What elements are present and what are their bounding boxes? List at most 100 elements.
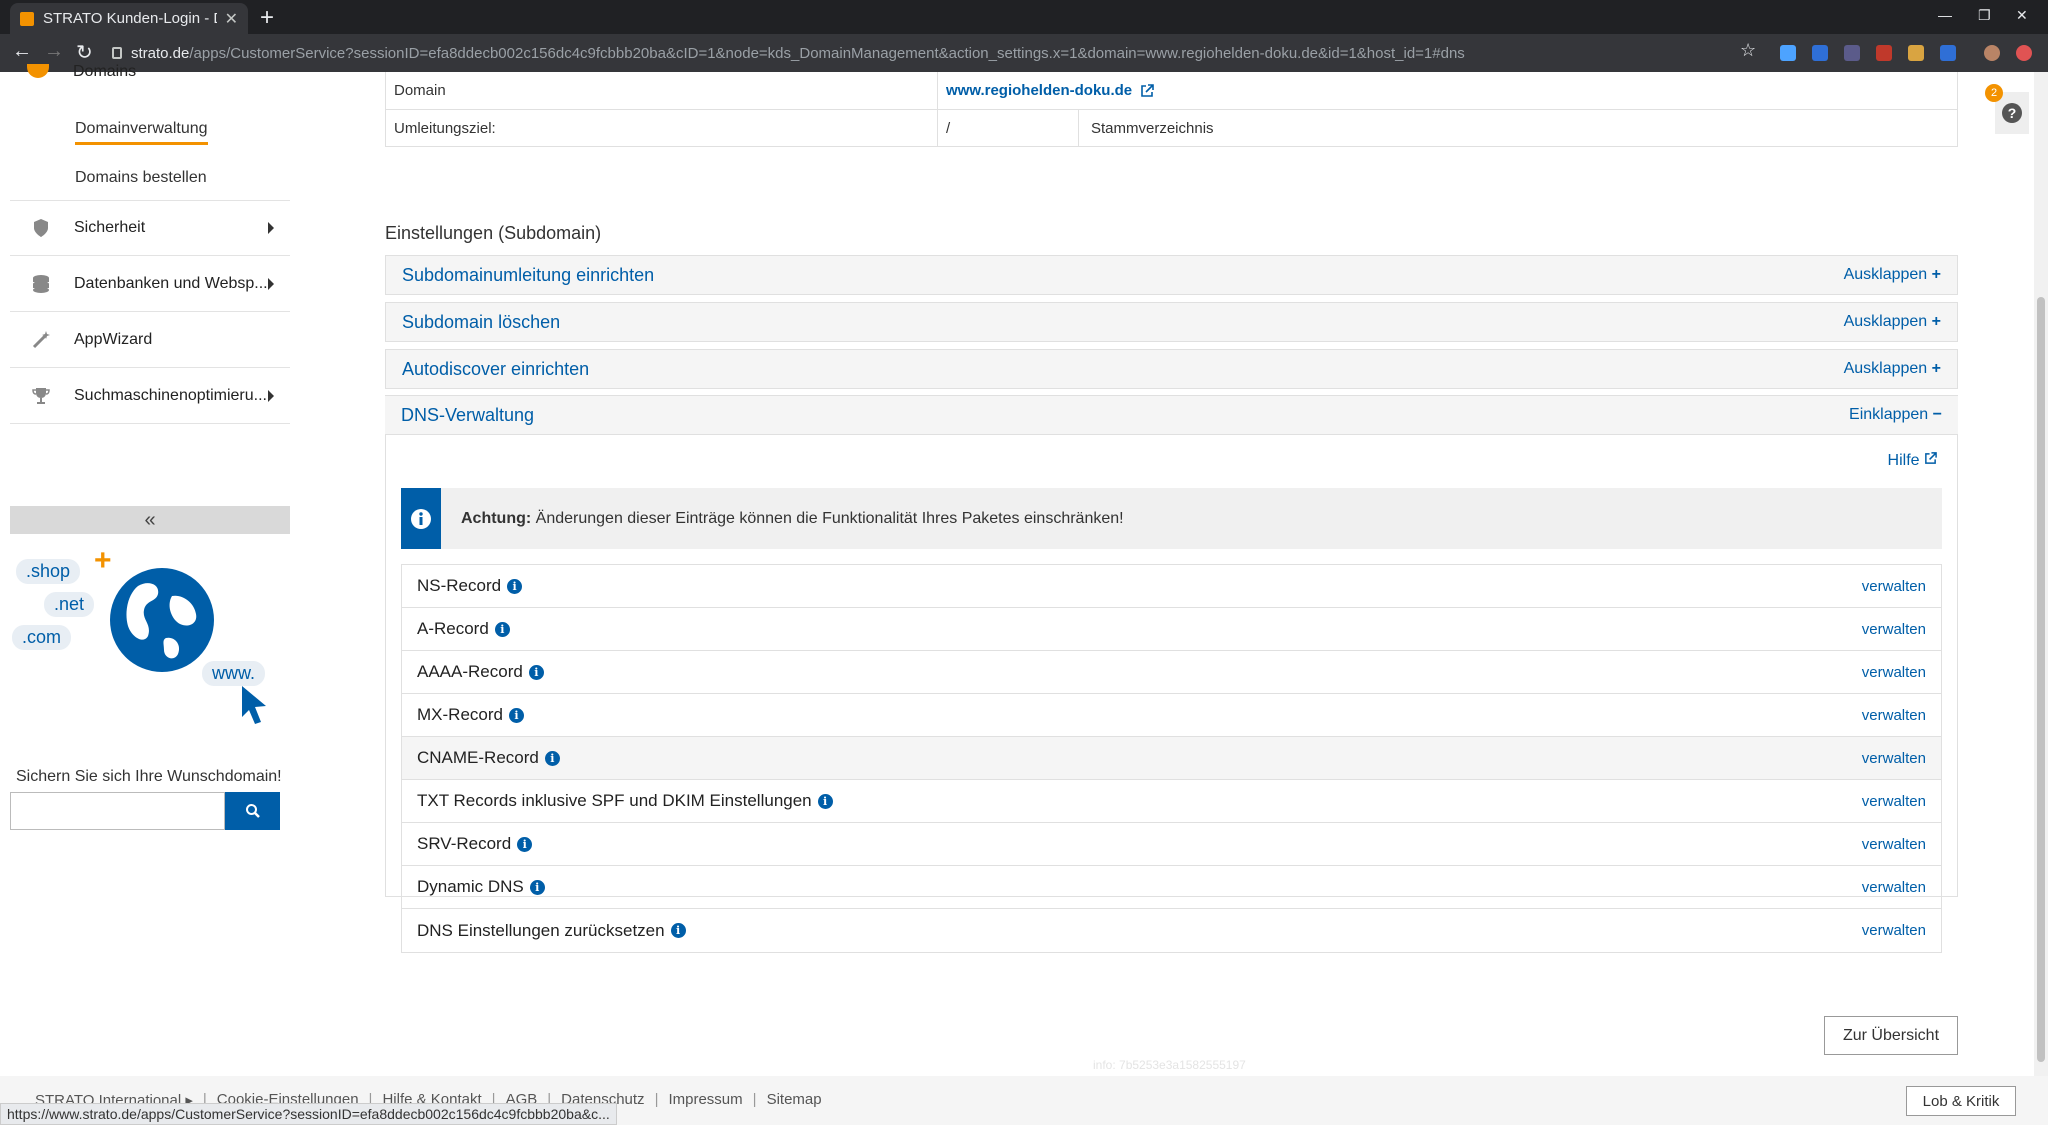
url-host: strato.de xyxy=(131,44,190,62)
bookmark-star-icon[interactable]: ☆ xyxy=(1740,40,1756,61)
manage-link-txt[interactable]: verwalten xyxy=(1862,793,1926,810)
list-item: SRV-Record i verwalten xyxy=(402,823,1941,866)
sidebar-item-seo[interactable]: Suchmaschinenoptimieru... xyxy=(10,368,290,424)
strato-favicon-icon xyxy=(20,11,34,26)
extension-icon[interactable] xyxy=(1812,45,1828,61)
cursor-arrow-icon xyxy=(242,686,266,724)
manage-link-cname[interactable]: verwalten xyxy=(1862,750,1926,767)
tld-bubble: www. xyxy=(202,661,266,686)
expand-toggle[interactable]: Ausklappen + xyxy=(1844,360,1941,378)
browser-tab[interactable]: STRATO Kunden-Login - D ✕ xyxy=(10,3,248,34)
sidebar-item-sicherheit[interactable]: Sicherheit xyxy=(10,200,290,256)
info-icon[interactable]: i xyxy=(528,664,544,680)
info-icon[interactable]: i xyxy=(544,750,560,766)
external-link-icon xyxy=(1141,83,1154,97)
domain-search-input[interactable] xyxy=(10,792,225,830)
list-item: DNS Einstellungen zurücksetzen i verwalte… xyxy=(402,909,1941,952)
table-cell-value: / xyxy=(938,110,1079,146)
extension-icon[interactable] xyxy=(1908,45,1924,61)
info-icon[interactable]: i xyxy=(817,793,833,809)
info-icon[interactable]: i xyxy=(529,879,545,895)
feedback-button[interactable]: Lob & Kritik xyxy=(1906,1086,2016,1116)
sidebar-item-appwizard[interactable]: AppWizard xyxy=(10,312,290,368)
manage-link-aaaa[interactable]: verwalten xyxy=(1862,664,1926,681)
maximize-icon[interactable]: ❐ xyxy=(1978,7,1991,24)
domain-search-button[interactable] xyxy=(225,792,280,830)
profile-avatar[interactable] xyxy=(1984,45,2000,61)
accordion-autodiscover[interactable]: Autodiscover einrichten Ausklappen + xyxy=(385,349,1958,389)
extension-icon[interactable] xyxy=(1844,45,1860,61)
accordion-subdomain-loeschen[interactable]: Subdomain löschen Ausklappen + xyxy=(385,302,1958,342)
extension-icon[interactable] xyxy=(1876,45,1892,61)
list-item: TXT Records inklusive SPF und DKIM Einst… xyxy=(402,780,1941,823)
info-icon[interactable]: i xyxy=(508,707,524,723)
footer-link-impressum[interactable]: Impressum xyxy=(668,1091,742,1109)
expand-toggle[interactable]: Ausklappen + xyxy=(1844,313,1941,331)
reload-icon[interactable]: ↻ xyxy=(76,40,93,65)
accordion-title: Autodiscover einrichten xyxy=(402,358,590,379)
tld-bubble: .shop xyxy=(16,559,81,584)
address-bar[interactable]: strato.de /apps/CustomerService?sessionI… xyxy=(112,39,1752,67)
info-icon[interactable]: i xyxy=(670,923,686,938)
expand-toggle[interactable]: Ausklappen + xyxy=(1844,266,1941,284)
database-icon xyxy=(30,273,52,295)
search-icon xyxy=(245,804,260,818)
accordion-subdomainumleitung[interactable]: Subdomainumleitung einrichten Ausklappen… xyxy=(385,255,1958,295)
record-label: DNS Einstellungen zurücksetzen xyxy=(417,920,665,940)
manage-link-reset[interactable]: verwalten xyxy=(1862,922,1926,939)
browser-tabbar: STRATO Kunden-Login - D ✕ + — ❐ ✕ xyxy=(0,0,2048,34)
minimize-icon[interactable]: — xyxy=(1938,7,1952,23)
url-path: /apps/CustomerService?sessionID=efa8ddec… xyxy=(189,44,1465,62)
extension-icon[interactable] xyxy=(1780,45,1796,61)
domains-icon xyxy=(27,64,49,78)
scrollbar-thumb[interactable] xyxy=(2037,297,2045,1062)
back-icon[interactable]: ← xyxy=(12,40,32,63)
manage-link-dyndns[interactable]: verwalten xyxy=(1862,879,1926,896)
trophy-icon xyxy=(30,385,52,407)
new-tab-icon[interactable]: + xyxy=(260,4,274,32)
sidebar-item-label: Datenbanken und Websp... xyxy=(74,274,268,292)
sidebar-item-datenbanken[interactable]: Datenbanken und Websp... xyxy=(10,256,290,312)
sidebar-item-domains[interactable]: Domains xyxy=(73,63,136,81)
info-icon[interactable]: i xyxy=(507,578,523,594)
help-link[interactable]: Hilfe xyxy=(1888,452,1937,470)
window-close-icon[interactable]: ✕ xyxy=(2016,7,2028,24)
promo-text: Sichern Sie sich Ihre Wunschdomain! xyxy=(16,768,282,785)
close-icon[interactable]: ✕ xyxy=(225,9,238,29)
sidebar-item-domainverwaltung[interactable]: Domainverwaltung xyxy=(75,120,208,145)
expand-label: Ausklappen xyxy=(1843,360,1928,377)
footer-link-sitemap[interactable]: Sitemap xyxy=(767,1091,822,1109)
sidebar-item-domains-bestellen[interactable]: Domains bestellen xyxy=(75,169,207,187)
info-icon[interactable]: i xyxy=(494,621,510,637)
extension-icon[interactable] xyxy=(1940,45,1956,61)
manage-link-mx[interactable]: verwalten xyxy=(1862,707,1926,724)
info-icon[interactable]: i xyxy=(517,836,533,852)
list-item: A-Record i verwalten xyxy=(402,608,1941,651)
collapse-toggle[interactable]: Einklappen − xyxy=(1849,406,1942,424)
tld-bubble: .net xyxy=(44,592,95,617)
external-link-icon xyxy=(1925,452,1937,464)
manage-link-srv[interactable]: verwalten xyxy=(1862,836,1926,853)
extension-icon[interactable] xyxy=(2016,45,2032,61)
sidebar-collapse-button[interactable]: « xyxy=(10,506,290,534)
forward-icon[interactable]: → xyxy=(44,40,64,63)
alert-message: Änderungen dieser Einträge können die Fu… xyxy=(531,509,1124,527)
table-cell-label: Umleitungsziel: xyxy=(386,110,938,146)
chevron-right-icon xyxy=(268,277,274,290)
accordion-header-dns[interactable]: DNS-Verwaltung Einklappen − xyxy=(385,395,1958,435)
page-scrollbar[interactable] xyxy=(2034,72,2048,1076)
list-item: AAAA-Record i verwalten xyxy=(402,651,1941,694)
overview-button[interactable]: Zur Übersicht xyxy=(1824,1016,1958,1055)
chevron-right-icon xyxy=(268,389,274,402)
domain-link[interactable]: www.regiohelden-doku.de xyxy=(946,82,1132,99)
table-row: Umleitungsziel: / Stammverzeichnis xyxy=(386,109,1957,146)
record-label: NS-Record xyxy=(417,576,502,595)
question-circle-icon: ? xyxy=(2002,103,2022,123)
record-label: TXT Records inklusive SPF und DKIM Einst… xyxy=(417,791,812,810)
record-label: MX-Record xyxy=(417,705,503,724)
table-row: Domain www.regiohelden-doku.de xyxy=(386,72,1957,109)
sidebar-item-label: AppWizard xyxy=(74,330,153,348)
manage-link-ns[interactable]: verwalten xyxy=(1862,578,1926,595)
manage-link-a[interactable]: verwalten xyxy=(1862,621,1926,638)
dns-record-list: NS-Record i verwalten A-Record i verwalten… xyxy=(401,564,1942,953)
